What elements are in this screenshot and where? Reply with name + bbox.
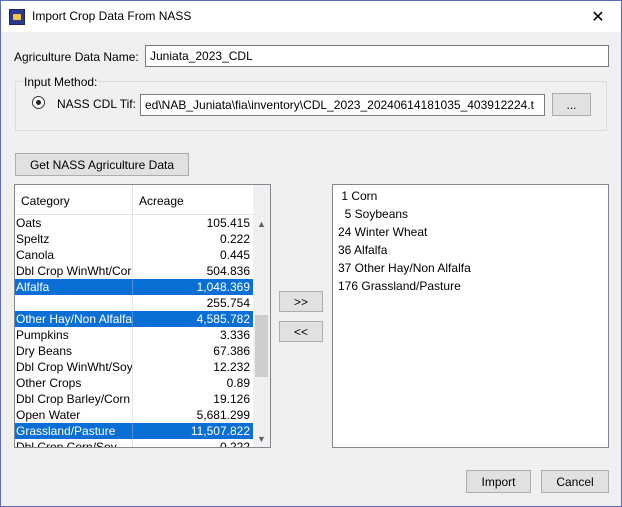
table-row[interactable]: Speltz 0.222 bbox=[15, 231, 253, 247]
cell-divider bbox=[132, 279, 133, 295]
cell-divider bbox=[132, 391, 133, 407]
acreage-cell: 4,585.782 bbox=[196, 312, 250, 326]
close-button[interactable]: ✕ bbox=[575, 1, 621, 32]
category-cell: Speltz bbox=[16, 232, 50, 246]
title-bar: Import Crop Data From NASS ✕ bbox=[1, 1, 621, 32]
scroll-down-icon[interactable]: ▼ bbox=[253, 430, 270, 447]
selected-crops-list[interactable]: 1 Corn 5 Soybeans 24 Winter Wheat 36 Alf… bbox=[332, 184, 609, 448]
table-row[interactable]: Open Water 5,681.299 bbox=[15, 407, 253, 423]
cell-divider bbox=[132, 247, 133, 263]
browse-button[interactable]: ... bbox=[552, 93, 591, 116]
list-item[interactable]: 5 Soybeans bbox=[338, 207, 408, 221]
acreage-cell: 504.836 bbox=[206, 264, 250, 278]
cell-divider bbox=[132, 311, 133, 327]
acreage-cell: 1,048.369 bbox=[196, 280, 250, 294]
import-crop-dialog: Import Crop Data From NASS ✕ Agriculture… bbox=[0, 0, 622, 507]
acreage-cell: 0.445 bbox=[219, 248, 250, 262]
acreage-cell: 5,681.299 bbox=[196, 408, 250, 422]
list-item[interactable]: 1 Corn bbox=[338, 189, 377, 203]
cell-divider bbox=[132, 231, 133, 247]
cell-divider bbox=[132, 375, 133, 391]
remove-from-selection-button[interactable]: << bbox=[279, 321, 323, 342]
category-cell: Dry Beans bbox=[16, 344, 73, 358]
scroll-up-icon[interactable]: ▲ bbox=[253, 215, 270, 232]
category-cell: Dbl Crop Corn/Soy bbox=[16, 440, 117, 448]
cell-divider bbox=[132, 343, 133, 359]
table-rows: Oats 105.415 Speltz 0.222 Canola 0.445 Dbl Cro… bbox=[15, 215, 253, 448]
tif-path-input[interactable]: ed\NAB_Juniata\fia\inventory\CDL_2023_20… bbox=[140, 94, 545, 116]
table-row[interactable]: 255.754 bbox=[15, 295, 253, 311]
table-row[interactable]: Other Crops 0.89 bbox=[15, 375, 253, 391]
acreage-cell: 11,507.822 bbox=[190, 424, 250, 438]
acreage-cell: 67.386 bbox=[213, 344, 250, 358]
nass-cdl-radio[interactable] bbox=[32, 96, 45, 109]
cell-divider bbox=[132, 359, 133, 375]
input-method-label: Input Method: bbox=[23, 75, 99, 89]
scroll-thumb[interactable] bbox=[255, 315, 268, 377]
category-cell: Open Water bbox=[16, 408, 81, 422]
agri-name-label: Agriculture Data Name: bbox=[14, 50, 139, 64]
list-item[interactable]: 24 Winter Wheat bbox=[338, 225, 427, 239]
column-header-category[interactable]: Category bbox=[21, 194, 70, 208]
table-row[interactable]: Dbl Crop WinWht/Soybeans 12.232 bbox=[15, 359, 253, 375]
table-row[interactable]: Pumpkins 3.336 bbox=[15, 327, 253, 343]
cell-divider bbox=[132, 295, 133, 311]
cell-divider bbox=[132, 263, 133, 279]
table-row[interactable]: Dbl Crop Corn/Soy 0.222 bbox=[15, 439, 253, 448]
list-item[interactable]: 36 Alfalfa bbox=[338, 243, 387, 257]
column-header-acreage[interactable]: Acreage bbox=[139, 194, 184, 208]
acreage-cell: 12.232 bbox=[213, 360, 250, 374]
column-divider[interactable] bbox=[132, 185, 133, 215]
list-item[interactable]: 176 Grassland/Pasture bbox=[338, 279, 461, 293]
nass-cdl-label: NASS CDL Tif: bbox=[57, 97, 136, 111]
app-icon bbox=[9, 9, 25, 25]
cell-divider bbox=[132, 215, 133, 231]
table-row[interactable]: Dry Beans 67.386 bbox=[15, 343, 253, 359]
agri-name-input[interactable]: Juniata_2023_CDL bbox=[145, 45, 609, 67]
acreage-cell: 0.222 bbox=[219, 440, 250, 448]
acreage-cell: 19.126 bbox=[213, 392, 250, 406]
add-to-selection-button[interactable]: >> bbox=[279, 291, 323, 312]
acreage-cell: 255.754 bbox=[206, 296, 250, 310]
acreage-cell: 0.89 bbox=[226, 376, 250, 390]
cancel-button[interactable]: Cancel bbox=[541, 470, 609, 493]
crop-category-table[interactable]: Category Acreage Oats 105.415 Speltz 0.222 C… bbox=[14, 184, 271, 448]
category-cell: Grassland/Pasture bbox=[16, 424, 116, 438]
category-cell: Dbl Crop WinWht/Corn bbox=[16, 264, 132, 278]
table-row[interactable]: Alfalfa 1,048.369 bbox=[15, 279, 253, 295]
category-cell: Pumpkins bbox=[16, 328, 69, 342]
table-scrollbar[interactable]: ▲ ▼ bbox=[253, 185, 270, 447]
window-title: Import Crop Data From NASS bbox=[32, 9, 192, 23]
category-cell: Dbl Crop Barley/Corn bbox=[16, 392, 131, 406]
acreage-cell: 105.415 bbox=[206, 216, 250, 230]
category-cell: Alfalfa bbox=[16, 280, 50, 294]
table-header: Category Acreage bbox=[15, 185, 253, 215]
category-cell: Dbl Crop WinWht/Soybeans bbox=[16, 360, 132, 374]
cell-divider bbox=[132, 407, 133, 423]
get-nass-data-button[interactable]: Get NASS Agriculture Data bbox=[15, 153, 189, 176]
acreage-cell: 3.336 bbox=[219, 328, 250, 342]
cell-divider bbox=[132, 423, 133, 439]
list-item[interactable]: 37 Other Hay/Non Alfalfa bbox=[338, 261, 471, 275]
category-cell: Other Hay/Non Alfalfa bbox=[16, 312, 132, 326]
category-cell: Canola bbox=[16, 248, 55, 262]
category-cell: Other Crops bbox=[16, 376, 82, 390]
category-cell: Oats bbox=[16, 216, 42, 230]
table-row[interactable]: Other Hay/Non Alfalfa 4,585.782 bbox=[15, 311, 253, 327]
table-row[interactable]: Dbl Crop WinWht/Corn 504.836 bbox=[15, 263, 253, 279]
table-row[interactable]: Dbl Crop Barley/Corn 19.126 bbox=[15, 391, 253, 407]
table-row[interactable]: Oats 105.415 bbox=[15, 215, 253, 231]
acreage-cell: 0.222 bbox=[219, 232, 250, 246]
cell-divider bbox=[132, 439, 133, 447]
cell-divider bbox=[132, 327, 133, 343]
table-row[interactable]: Grassland/Pasture 11,507.822 bbox=[15, 423, 253, 439]
table-row[interactable]: Canola 0.445 bbox=[15, 247, 253, 263]
import-button[interactable]: Import bbox=[466, 470, 531, 493]
